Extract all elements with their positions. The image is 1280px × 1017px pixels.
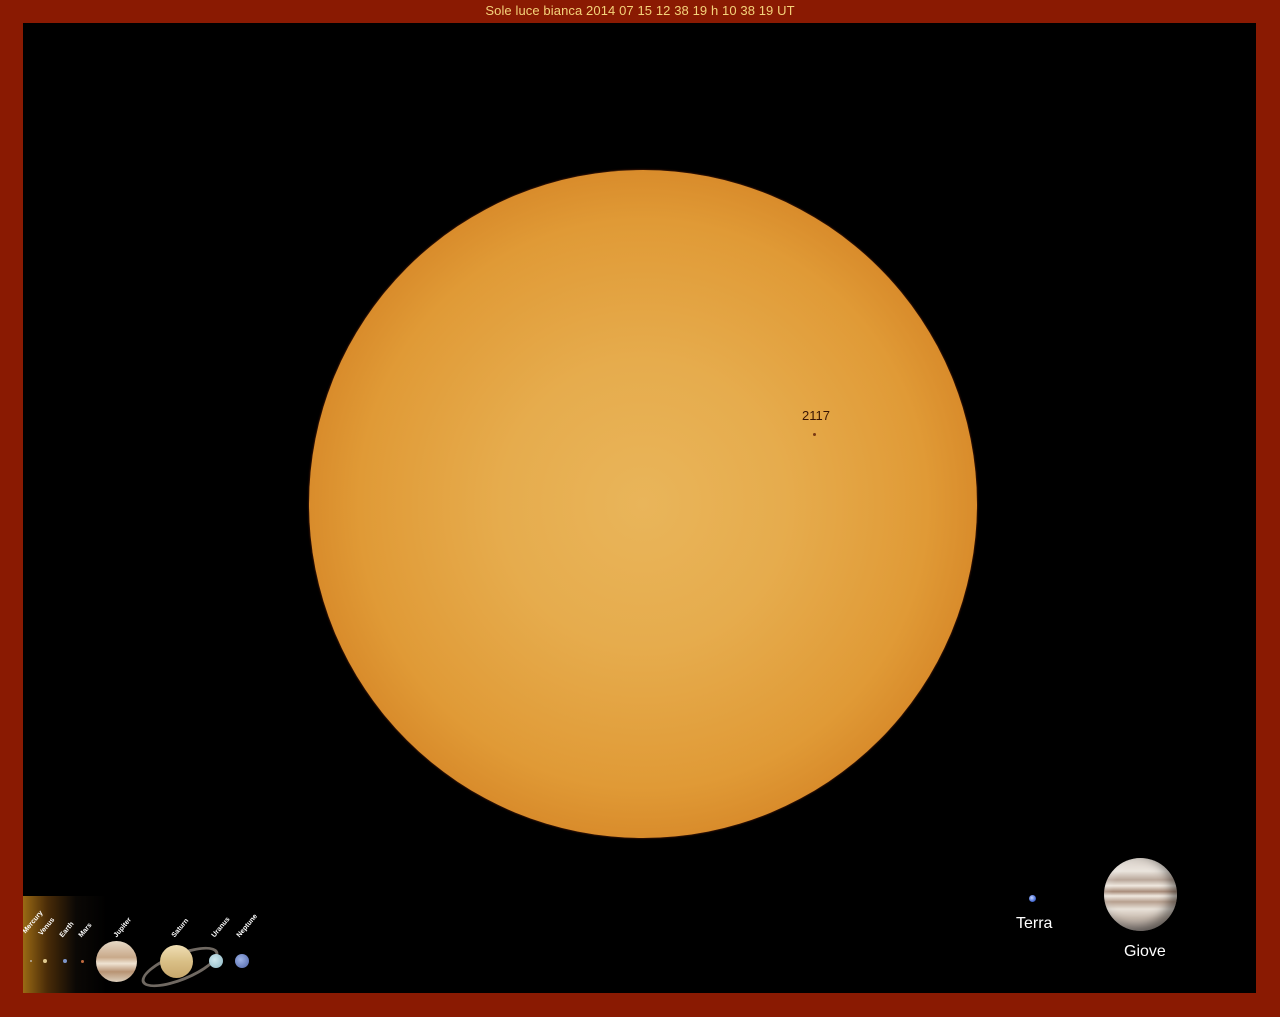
- uranus-icon: [209, 954, 223, 968]
- saturn-icon: [160, 945, 193, 978]
- earth-scale-icon: [1029, 895, 1036, 902]
- inset-label-neptune: Neptune: [235, 913, 259, 939]
- inset-label-earth: Earth: [58, 920, 76, 939]
- image-frame: Sole luce bianca 2014 07 15 12 38 19 h 1…: [0, 0, 1280, 1017]
- jupiter-label: Giove: [1124, 943, 1166, 960]
- inset-label-jupiter: Jupiter: [112, 916, 134, 939]
- image-title: Sole luce bianca 2014 07 15 12 38 19 h 1…: [485, 3, 795, 18]
- mars-icon: [81, 960, 84, 963]
- sunspot-region-label: 2117: [802, 408, 830, 423]
- jupiter-icon: [96, 941, 137, 982]
- space-background: 2117 Terra Giove Mercury Venus Earth Mar…: [23, 23, 1256, 993]
- inset-label-uranus: Uranus: [210, 916, 232, 939]
- earth-icon: [63, 959, 67, 963]
- inset-label-venus: Venus: [37, 916, 57, 937]
- jupiter-scale-icon: [1104, 858, 1177, 931]
- sunspot: [813, 433, 816, 436]
- mercury-icon: [30, 960, 32, 962]
- venus-icon: [43, 959, 47, 963]
- inset-label-mars: Mars: [77, 921, 94, 939]
- planets-comparison-inset: Mercury Venus Earth Mars Jupiter Saturn …: [23, 896, 263, 993]
- neptune-icon: [235, 954, 249, 968]
- earth-label: Terra: [1016, 915, 1053, 932]
- inset-label-saturn: Saturn: [170, 917, 191, 939]
- sun-disk: [309, 170, 977, 838]
